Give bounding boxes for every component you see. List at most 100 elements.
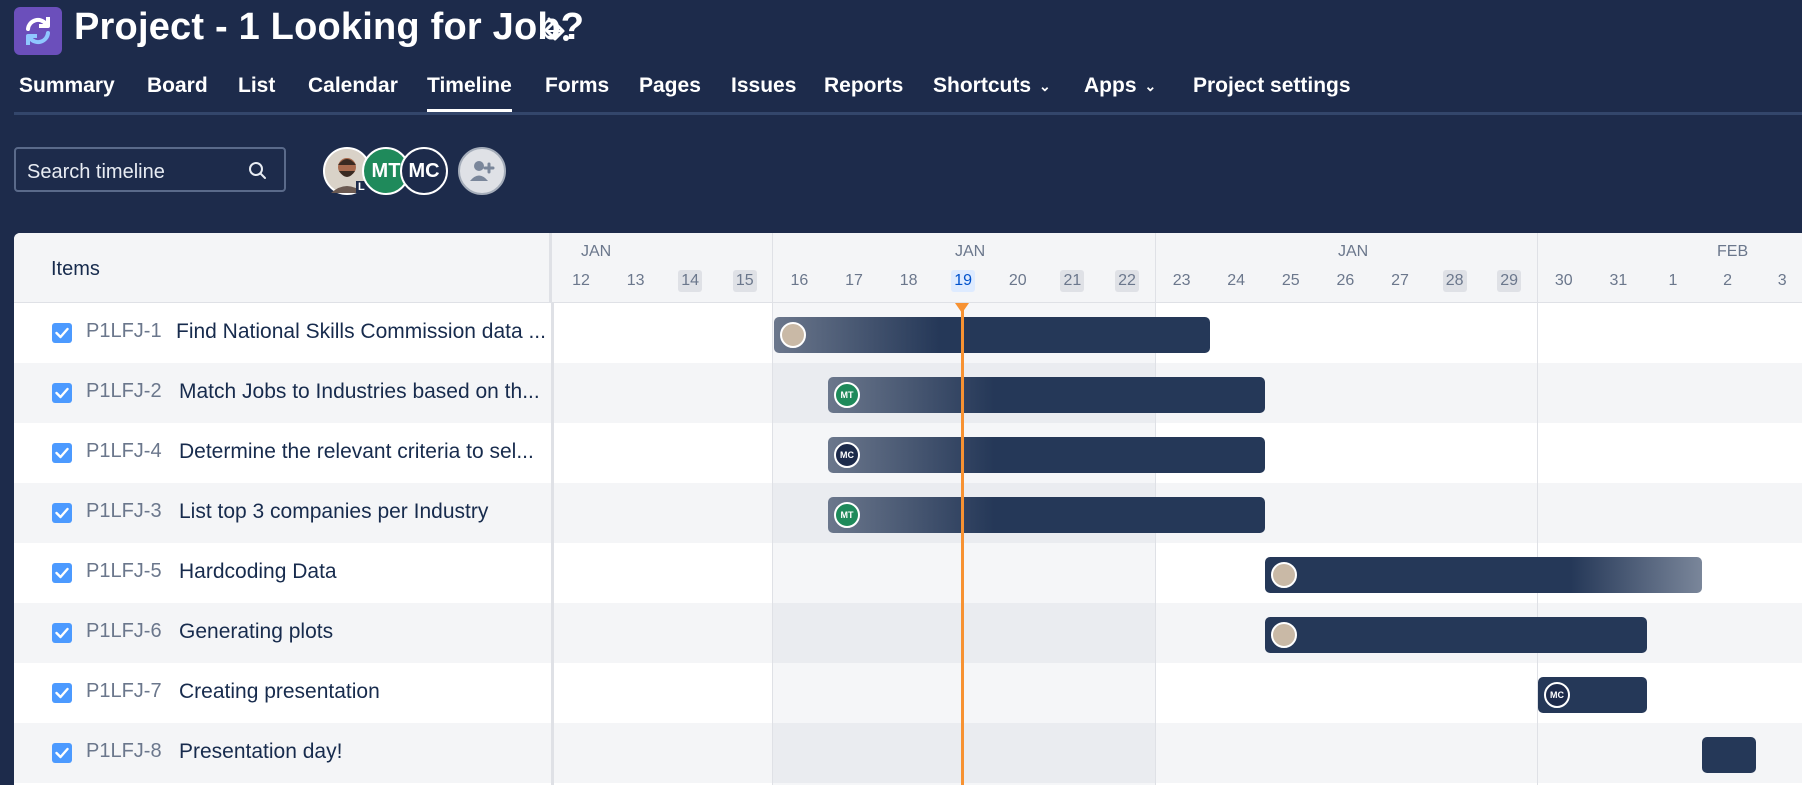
task-type-icon <box>52 743 72 763</box>
today-marker-arrow <box>955 303 969 313</box>
task-type-icon <box>52 623 72 643</box>
tab-apps-label: Apps <box>1084 74 1137 97</box>
issue-summary[interactable]: Presentation day! <box>179 740 342 764</box>
timeline-bar-P1LFJ-7[interactable]: MC <box>1538 677 1647 713</box>
issue-key[interactable]: P1LFJ-3 <box>86 500 162 523</box>
tab-pages[interactable]: Pages <box>639 74 701 98</box>
day-label: 2 <box>1723 272 1733 289</box>
issue-key[interactable]: P1LFJ-8 <box>86 740 162 763</box>
day-label: 12 <box>572 272 590 289</box>
week-divider <box>1155 303 1156 785</box>
avatar-mc[interactable]: MC <box>400 147 448 195</box>
issue-summary[interactable]: Determine the relevant criteria to sel..… <box>179 440 534 464</box>
assignee-avatar <box>1271 622 1297 648</box>
day-label: 27 <box>1391 272 1409 289</box>
timeline-bar-P1LFJ-8[interactable] <box>1702 737 1756 773</box>
tab-calendar[interactable]: Calendar <box>308 74 398 98</box>
day-label: 23 <box>1172 272 1191 289</box>
timeline-bar-P1LFJ-3[interactable]: MT <box>828 497 1265 533</box>
tab-apps[interactable]: Apps ⌄ <box>1084 74 1156 98</box>
week-divider <box>1537 233 1538 302</box>
chevron-down-icon: ⌄ <box>1144 77 1157 94</box>
day-label: 25 <box>1281 272 1300 289</box>
day-label: 20 <box>1008 272 1027 289</box>
search-timeline-input[interactable]: Search timeline <box>14 147 286 192</box>
assignee-avatar: MT <box>834 382 860 408</box>
day-label: 31 <box>1609 272 1628 289</box>
add-people-button[interactable] <box>458 147 506 195</box>
day-label: 14 <box>678 270 703 292</box>
tab-reports[interactable]: Reports <box>824 74 903 98</box>
tab-project-settings[interactable]: Project settings <box>1193 74 1351 98</box>
issue-key[interactable]: P1LFJ-1 <box>86 320 162 343</box>
day-label: 28 <box>1442 270 1467 292</box>
day-label: 30 <box>1554 272 1573 289</box>
week-divider <box>772 233 773 302</box>
tab-forms[interactable]: Forms <box>545 74 609 98</box>
theme-paint-icon[interactable] <box>540 16 570 46</box>
issue-summary[interactable]: List top 3 companies per Industry <box>179 500 488 524</box>
day-label: 22 <box>1115 270 1139 292</box>
tab-board[interactable]: Board <box>147 74 208 98</box>
task-type-icon <box>52 563 72 583</box>
tab-shortcuts-label: Shortcuts <box>933 74 1032 97</box>
task-type-icon <box>52 323 72 343</box>
issue-summary[interactable]: Find National Skills Commission data ... <box>176 320 546 344</box>
today-marker-line <box>961 303 964 785</box>
issue-summary[interactable]: Generating plots <box>179 620 333 644</box>
add-person-icon <box>470 161 495 181</box>
timeline-bar-P1LFJ-5[interactable] <box>1265 557 1702 593</box>
chevron-down-icon: ⌄ <box>1039 77 1051 94</box>
month-label: FEB <box>1717 243 1749 260</box>
sync-icon <box>26 17 50 45</box>
assignee-avatar: MC <box>834 442 860 468</box>
day-label: 21 <box>1060 270 1085 292</box>
items-pane-divider[interactable] <box>551 303 554 785</box>
task-type-icon <box>52 503 72 523</box>
day-label: 19 <box>951 270 976 292</box>
month-label: JAN <box>1338 243 1369 260</box>
assignee-avatar: MT <box>834 502 860 528</box>
project-header: Project - 1 Looking for Job? <box>0 0 1802 68</box>
assignee-avatar: MC <box>1544 682 1570 708</box>
issue-key[interactable]: P1LFJ-5 <box>86 560 162 583</box>
day-label: 3 <box>1777 272 1787 289</box>
task-type-icon <box>52 683 72 703</box>
timeline-bar-P1LFJ-2[interactable]: MT <box>828 377 1265 413</box>
day-label: 18 <box>899 272 918 289</box>
week-divider <box>772 303 773 785</box>
calendar-header: JAN JAN JAN FEB 12 13 14 15 16 17 18 19 20 21 22 23… <box>552 233 1802 303</box>
day-label: 13 <box>626 272 645 289</box>
day-label: 1 <box>1668 272 1678 289</box>
tab-shortcuts[interactable]: Shortcuts ⌄ <box>933 74 1051 98</box>
issue-key[interactable]: P1LFJ-7 <box>86 680 162 703</box>
issue-key[interactable]: P1LFJ-6 <box>86 620 162 643</box>
items-header-label: Items <box>51 258 100 280</box>
project-title: Project - 1 Looking for Job? <box>74 6 585 48</box>
week-divider <box>1537 303 1538 785</box>
timeline-bar-P1LFJ-6[interactable] <box>1265 617 1647 653</box>
day-label: 17 <box>845 272 863 289</box>
issue-key[interactable]: P1LFJ-2 <box>86 380 162 403</box>
items-column-header: Items <box>14 233 552 303</box>
issue-summary[interactable]: Hardcoding Data <box>179 560 337 584</box>
tab-list[interactable]: List <box>238 74 275 98</box>
issue-key[interactable]: P1LFJ-4 <box>86 440 162 463</box>
month-label: JAN <box>581 243 612 260</box>
issue-summary[interactable]: Match Jobs to Industries based on th... <box>179 380 540 404</box>
task-type-icon <box>52 383 72 403</box>
project-icon[interactable] <box>14 7 62 55</box>
issue-summary[interactable]: Creating presentation <box>179 680 380 704</box>
task-type-icon <box>52 443 72 463</box>
timeline-bar-P1LFJ-4[interactable]: MC <box>828 437 1265 473</box>
week-divider <box>1155 233 1156 302</box>
tab-timeline[interactable]: Timeline <box>427 74 512 112</box>
assignee-avatar <box>1271 562 1297 588</box>
timeline-bar-P1LFJ-1[interactable] <box>774 317 1210 353</box>
day-label: 16 <box>790 272 809 289</box>
tab-issues[interactable]: Issues <box>731 74 796 98</box>
day-label: 24 <box>1227 272 1246 289</box>
tab-summary[interactable]: Summary <box>19 74 115 98</box>
day-label: 26 <box>1336 272 1355 289</box>
project-nav-tabs: Summary Board List Calendar Timeline For… <box>14 68 1802 115</box>
